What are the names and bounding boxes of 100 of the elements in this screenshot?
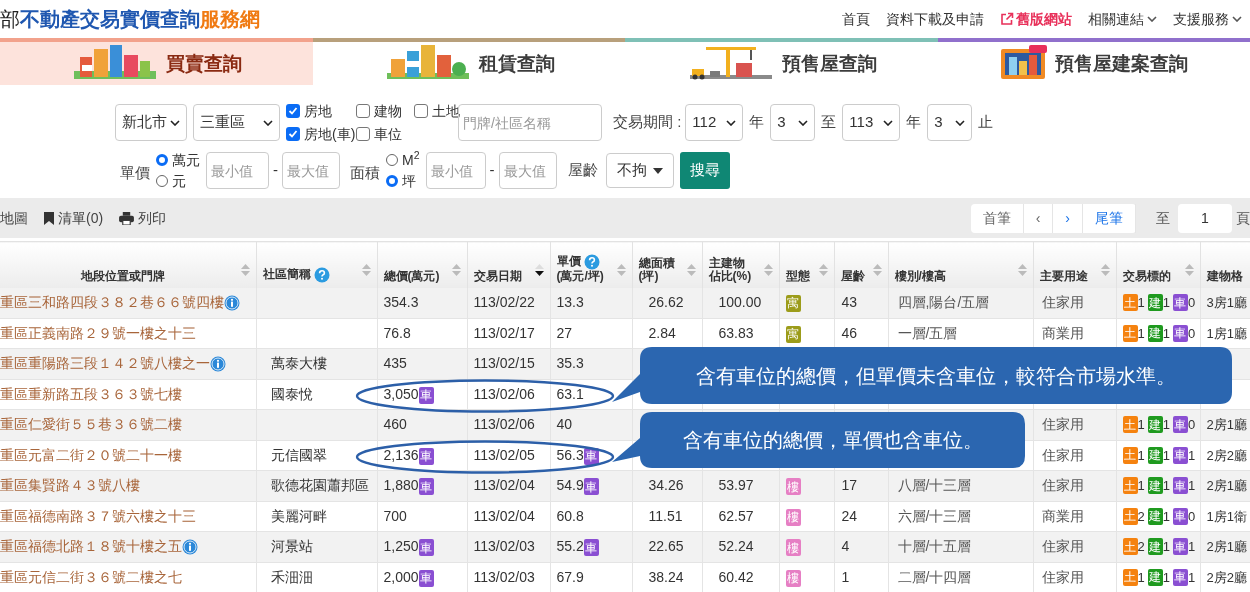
input-field[interactable]: 最大值 xyxy=(282,152,340,189)
table-cell: 60.8 xyxy=(556,507,584,524)
sort-desc-icon[interactable] xyxy=(534,262,544,277)
help-icon[interactable] xyxy=(313,266,330,283)
radio-button[interactable] xyxy=(156,175,168,187)
type-badge: 寓 xyxy=(785,325,801,343)
radio-button[interactable] xyxy=(156,154,168,166)
city-select[interactable]: 新北市 xyxy=(115,104,187,141)
count-text: 1 xyxy=(1162,416,1170,434)
month-select[interactable]: 3 xyxy=(927,104,973,141)
address-link[interactable]: 重區仁愛街５５巷３６號二樓 xyxy=(0,414,182,436)
column-header: 主要用途 xyxy=(1039,269,1088,283)
checkbox[interactable] xyxy=(356,104,370,118)
tag-badge: 車 xyxy=(1172,538,1188,556)
radio-button[interactable] xyxy=(386,154,398,166)
tab[interactable]: 買賣查詢 xyxy=(0,38,313,85)
table-cell: 八層/十三層 xyxy=(897,477,972,494)
address-link[interactable]: 重區元富二街２０號二十一樓 xyxy=(0,444,182,466)
nav-menu[interactable]: 相關連結 xyxy=(1088,8,1157,30)
dash-text: - xyxy=(273,160,278,181)
chevron-down-icon xyxy=(883,119,894,126)
input-field[interactable]: 最小值 xyxy=(425,152,486,189)
count-text: 2 xyxy=(1137,507,1145,526)
address-link[interactable]: 重區正義南路２９號一樓之十三 xyxy=(0,322,196,344)
tag-badge: 建 xyxy=(1147,294,1163,311)
address-link[interactable]: 重區重新路五段３６３號七樓 xyxy=(0,383,182,405)
page-label: 頁 xyxy=(1236,208,1250,228)
dash-text: - xyxy=(489,160,495,181)
month-select[interactable]: 3 xyxy=(770,104,816,141)
toolbar-link[interactable]: 列印 xyxy=(119,207,167,229)
table-cell: 國泰悅 xyxy=(270,385,313,402)
chevron-down-icon xyxy=(726,119,737,126)
year-select[interactable]: 113 xyxy=(842,104,901,141)
address-link[interactable]: 重區元信二街３６號二樓之七 xyxy=(0,566,182,588)
address-link[interactable]: 重區福德南路３７號六樓之十三 xyxy=(0,505,196,527)
radio-label: M$^{2}$ xyxy=(402,149,420,170)
address-link[interactable]: 重區集賢路４３號八樓 xyxy=(0,475,140,497)
parking-badge: 車 xyxy=(418,569,434,587)
checkbox[interactable] xyxy=(356,127,370,141)
chevron-down-icon xyxy=(170,119,180,126)
table-cell: 2,136 xyxy=(383,446,419,463)
column-header: 建物格 xyxy=(1206,269,1243,283)
column-header: 總面積 xyxy=(638,256,675,270)
toolbar-link[interactable]: 地圖 xyxy=(0,207,28,229)
unit-label: 年 xyxy=(749,112,765,133)
tag-badge: 建 xyxy=(1147,416,1163,434)
table-cell: 52.24 xyxy=(718,538,754,555)
count-text: 1 xyxy=(1187,446,1196,465)
radio-button[interactable] xyxy=(386,175,398,187)
help-icon[interactable] xyxy=(583,253,600,270)
input-field[interactable]: 門牌/社區名稱 xyxy=(458,104,602,141)
tag-badge: 建 xyxy=(1147,446,1163,464)
table-cell: 63.83 xyxy=(718,324,754,341)
info-icon[interactable] xyxy=(182,538,198,555)
input-field[interactable]: 最大值 xyxy=(498,152,557,189)
input-field[interactable]: 最小值 xyxy=(206,152,269,189)
count-text: 1 xyxy=(1162,293,1170,312)
address-link[interactable]: 重區福德北路１８號十樓之五 xyxy=(0,536,182,558)
info-icon[interactable] xyxy=(224,294,240,311)
page-input[interactable]: 1 xyxy=(1178,203,1232,233)
district-select[interactable]: 三重區 xyxy=(193,104,280,141)
count-text: 1 xyxy=(1137,477,1145,495)
table-cell: 55.2 xyxy=(556,538,584,555)
field-label: 交易期間 : xyxy=(613,112,682,133)
table-cell: 100.00 xyxy=(718,294,762,310)
pager-button[interactable]: 尾筆 xyxy=(1083,203,1136,233)
table-cell: 住家用 xyxy=(1041,446,1084,463)
info-icon[interactable] xyxy=(210,355,226,372)
table-cell: 43 xyxy=(841,294,858,310)
checkbox[interactable] xyxy=(286,104,300,118)
radio-label: 坪 xyxy=(402,171,416,191)
unit-label: 止 xyxy=(978,112,994,133)
nav-link[interactable]: 首頁 xyxy=(842,8,870,30)
count-text: 1 xyxy=(1162,324,1170,343)
toolbar-link[interactable]: 清單(0) xyxy=(44,207,104,229)
chevron-down-icon xyxy=(798,119,809,126)
logo-text: 不動產交易實價查詢 xyxy=(20,7,200,32)
count-text: 0 xyxy=(1187,293,1196,312)
checkbox[interactable] xyxy=(414,104,428,118)
table-cell: 3,050 xyxy=(383,385,419,402)
logo-text: 部 xyxy=(0,6,20,33)
nav-menu[interactable]: 支援服務 xyxy=(1173,8,1242,30)
search-button[interactable]: 搜尋 xyxy=(679,152,730,189)
nav-link[interactable]: 資料下載及申請 xyxy=(886,8,984,30)
table-cell: 22.65 xyxy=(648,538,684,555)
pager-button[interactable]: › xyxy=(1053,203,1083,233)
address-link[interactable]: 重區重陽路三段１４２號八樓之一 xyxy=(0,353,210,375)
table-cell: 2房1廳 xyxy=(1206,417,1247,432)
age-dropdown[interactable]: 不拘 xyxy=(605,153,674,188)
table-cell: 435 xyxy=(383,355,407,372)
year-select[interactable]: 112 xyxy=(685,104,744,141)
type-badge: 寓 xyxy=(785,294,801,312)
checkbox-label: 房地 xyxy=(304,101,332,121)
table-cell: 17 xyxy=(841,477,858,494)
table-cell: 萬泰大樓 xyxy=(270,355,327,372)
chevron-down-icon xyxy=(955,119,966,126)
checkbox[interactable] xyxy=(286,127,300,141)
address-link[interactable]: 重區三和路四段３８２巷６６號四樓 xyxy=(0,292,224,313)
nav-link[interactable]: 舊版網站 xyxy=(1000,8,1072,30)
table-cell: 53.97 xyxy=(718,477,754,494)
